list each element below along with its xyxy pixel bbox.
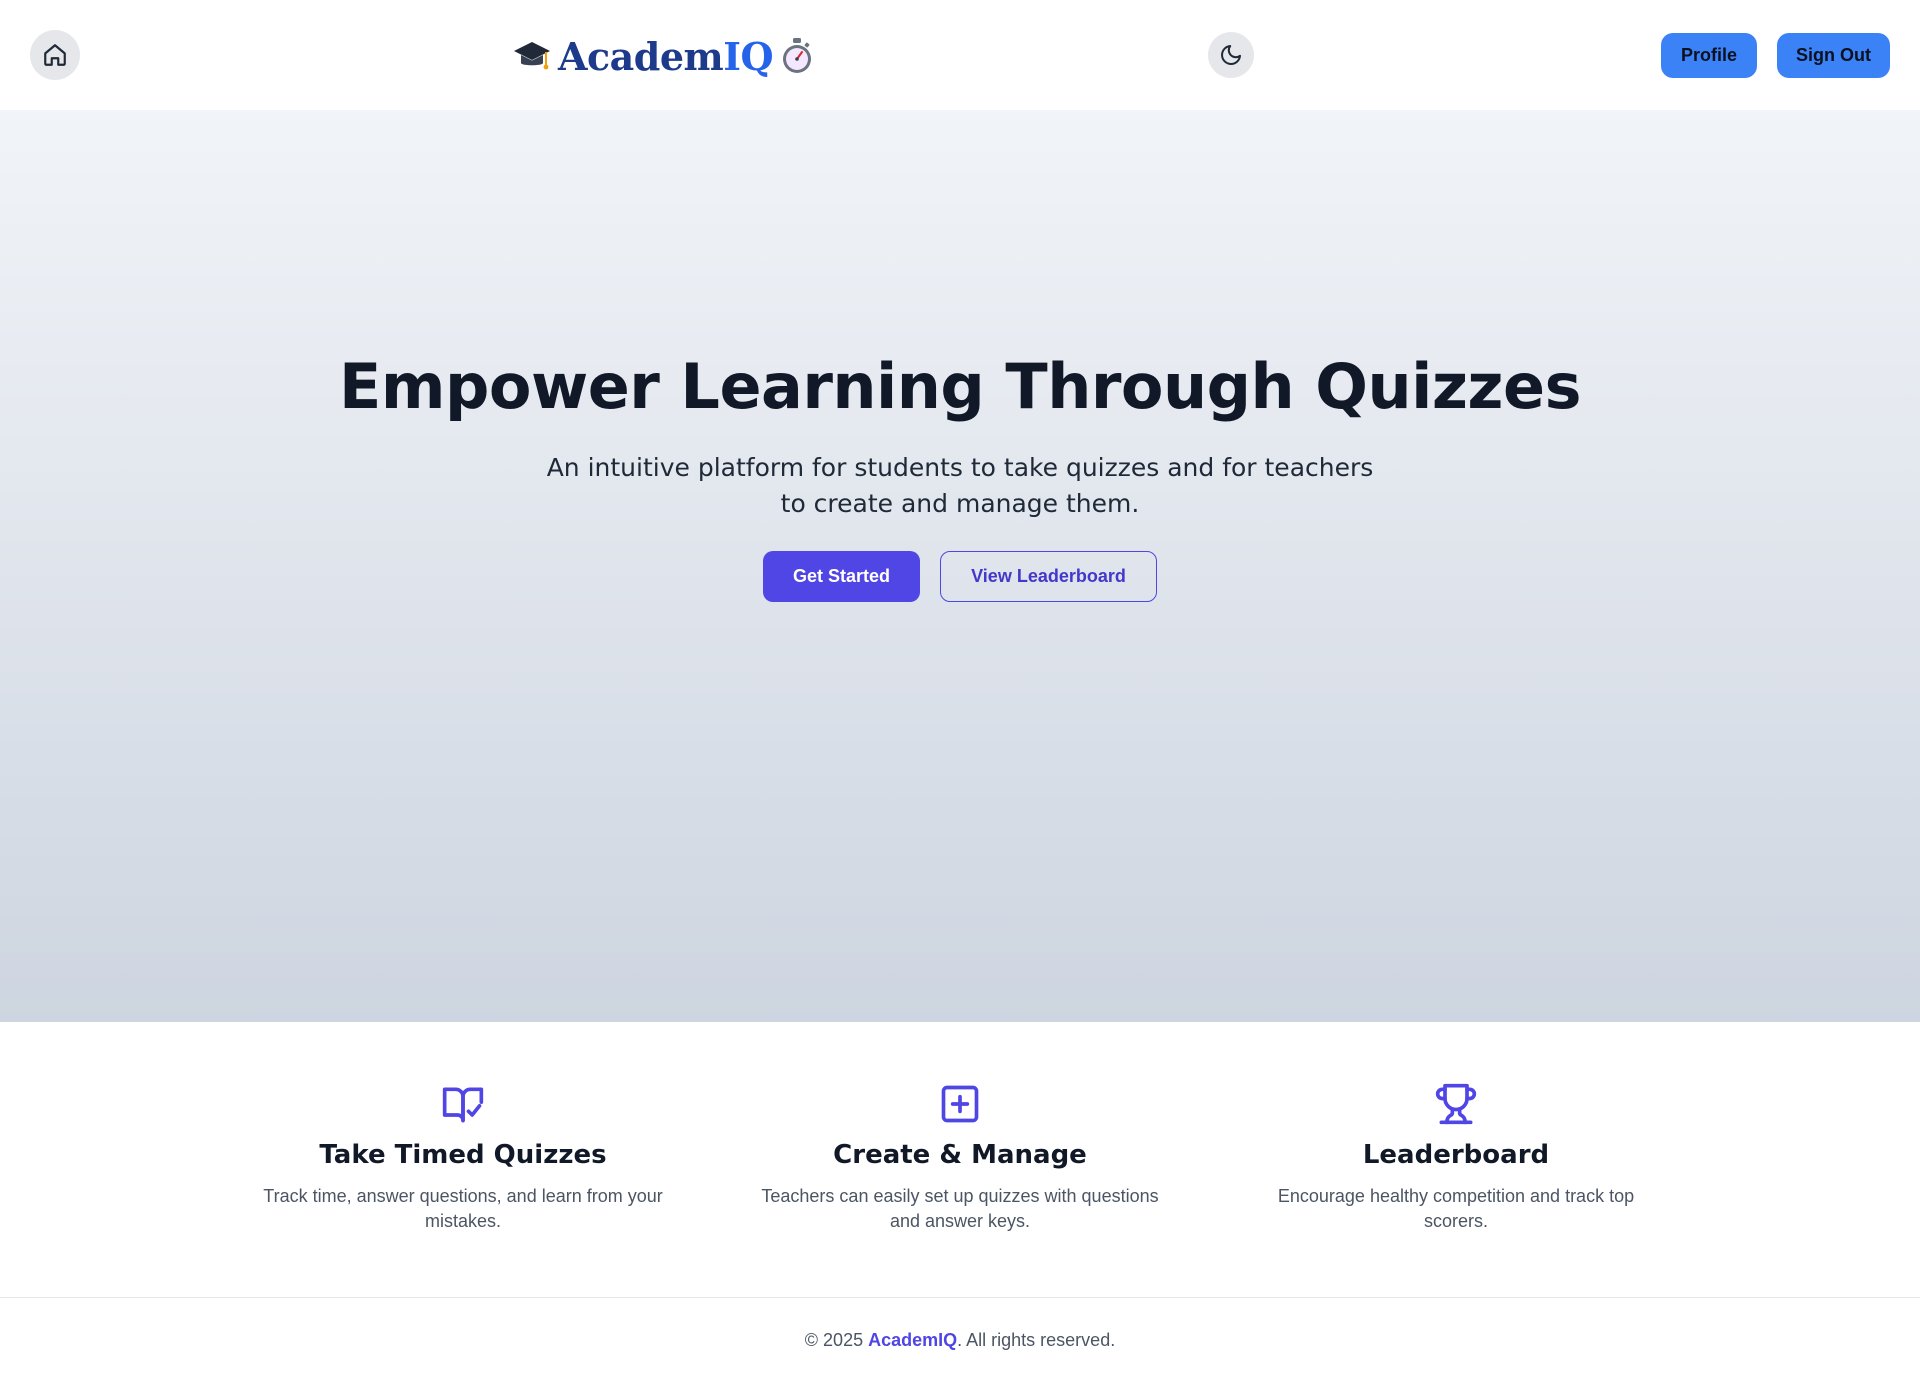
feature-description: Encourage healthy competition and track … (1277, 1186, 1635, 1231)
features-section: Take Timed Quizzes Track time, answer qu… (0, 1022, 1920, 1297)
footer: © 2025 AcademIQ. All rights reserved. (0, 1297, 1920, 1382)
footer-copyright: © 2025 AcademIQ. All rights reserved. (0, 1330, 1920, 1351)
trophy-icon (1435, 1083, 1477, 1125)
logo-wordmark: AcademIQ (558, 33, 774, 79)
footer-brand-link[interactable]: AcademIQ (868, 1330, 957, 1350)
home-button[interactable] (30, 30, 80, 80)
profile-button[interactable]: Profile (1661, 33, 1757, 78)
feature-description: Track time, answer questions, and learn … (263, 1186, 663, 1231)
feature-title: Take Timed Quizzes (319, 1140, 607, 1170)
hero-subtitle: An intuitive platform for students to ta… (546, 453, 1374, 518)
feature-card-leaderboard: Leaderboard Encourage healthy competitio… (1236, 1082, 1676, 1234)
footer-suffix: . All rights reserved. (957, 1330, 1116, 1350)
hero-section: Empower Learning Through Quizzes An intu… (0, 110, 1920, 1022)
sign-out-button[interactable]: Sign Out (1777, 33, 1890, 78)
logo-text-academ: Academ (558, 33, 724, 79)
feature-card-create-manage: Create & Manage Teachers can easily set … (740, 1082, 1180, 1234)
feature-description: Teachers can easily set up quizzes with … (761, 1186, 1159, 1231)
moon-icon (1221, 45, 1241, 65)
graduation-cap-icon (514, 42, 550, 70)
feature-title: Leaderboard (1362, 1140, 1550, 1170)
book-check-icon (442, 1087, 484, 1123)
top-navbar: AcademIQ Profile Sign Out (0, 0, 1920, 110)
theme-toggle-button[interactable] (1208, 32, 1254, 78)
footer-prefix: © 2025 (804, 1330, 869, 1350)
feature-card-timed-quizzes: Take Timed Quizzes Track time, answer qu… (243, 1082, 683, 1234)
feature-title: Create & Manage (833, 1140, 1087, 1170)
home-icon (44, 44, 66, 66)
app-logo[interactable]: AcademIQ (512, 30, 815, 82)
plus-square-icon (941, 1085, 979, 1123)
view-leaderboard-button[interactable]: View Leaderboard (940, 551, 1157, 602)
hero-title: Empower Learning Through Quizzes (339, 350, 1581, 423)
logo-text-iq: IQ (723, 33, 774, 79)
get-started-button[interactable]: Get Started (763, 551, 920, 602)
stopwatch-icon (783, 38, 812, 73)
